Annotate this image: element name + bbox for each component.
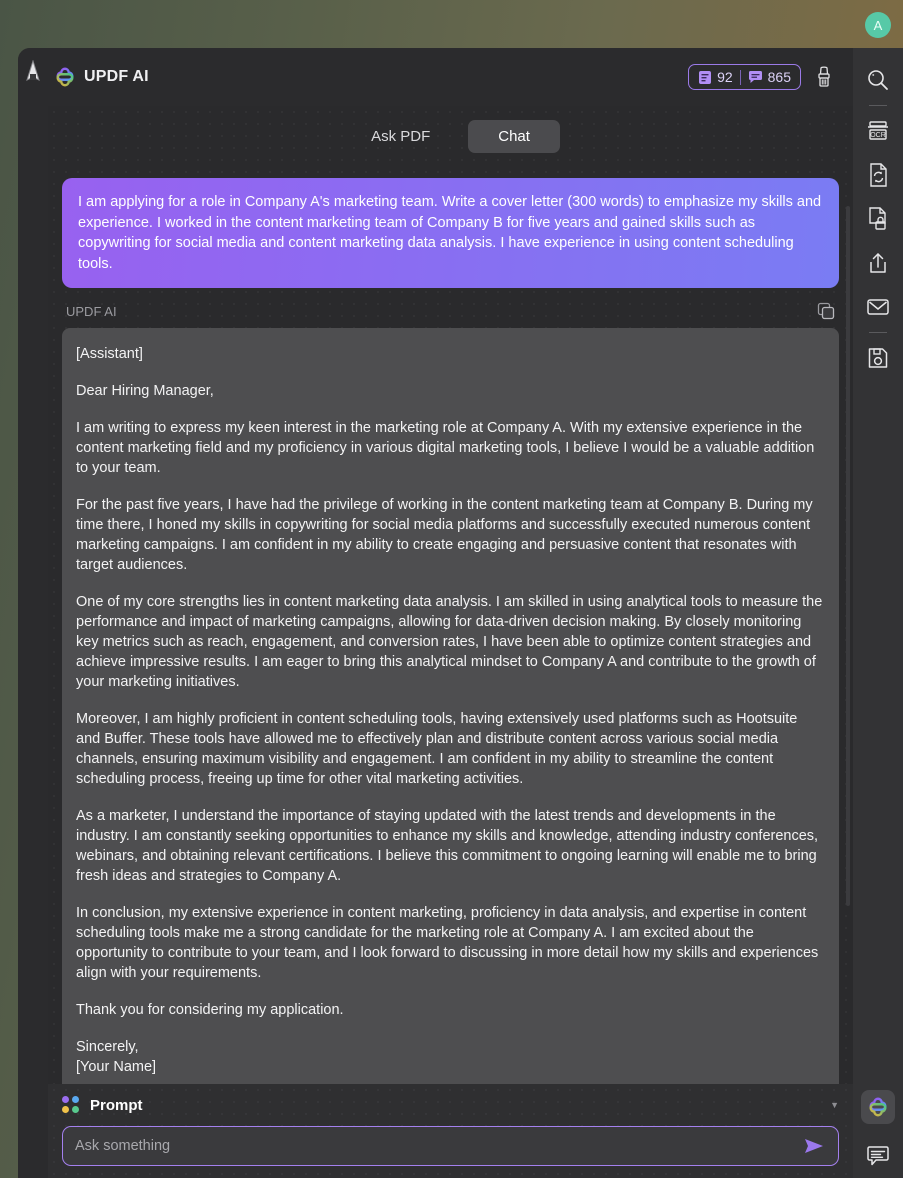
avatar[interactable]: A (865, 12, 891, 38)
chat-credits-count: 865 (767, 69, 791, 85)
assistant-name-label: UPDF AI (66, 303, 117, 319)
brand: UPDF AI (54, 66, 149, 88)
ai-panel-header: UPDF AI 92 865 (48, 48, 853, 106)
document-credits-count: 92 (717, 69, 733, 85)
convert-document-icon[interactable] (859, 153, 897, 197)
updf-ai-button-icon[interactable] (861, 1090, 895, 1124)
comment-icon[interactable] (859, 1134, 897, 1178)
prompt-input-row[interactable] (62, 1126, 839, 1166)
credits-badge[interactable]: 92 865 (688, 64, 801, 90)
four-dot-grid-icon (62, 1096, 80, 1114)
send-arrow-icon[interactable] (802, 1134, 826, 1158)
share-export-icon[interactable] (859, 241, 897, 285)
document-credits-group: 92 (698, 69, 733, 85)
ocr-icon[interactable]: OCR (859, 109, 897, 153)
chevron-down-icon[interactable]: ▼ (830, 1100, 839, 1110)
desktop-menu-bar: A (0, 0, 903, 50)
updf-app-window: UPDF AI 92 865 Ask PDF Chat I am applyin… (18, 48, 903, 1178)
chat-credits-group: 865 (748, 69, 791, 85)
chat-scroll-area: I am applying for a role in Company A's … (48, 166, 853, 1084)
tab-chat[interactable]: Chat (468, 119, 560, 153)
assistant-paragraph: One of my core strengths lies in content… (76, 594, 823, 691)
prompt-header[interactable]: Prompt ▼ (62, 1084, 839, 1126)
right-tool-rail: OCR (853, 48, 903, 1178)
prompt-label: Prompt (90, 1096, 143, 1114)
user-message-bubble: I am applying for a role in Company A's … (62, 178, 839, 289)
email-icon[interactable] (859, 285, 897, 329)
document-credits-icon (698, 70, 712, 85)
signature-name: [Your Name] (76, 1059, 157, 1076)
prompt-area: Prompt ▼ (48, 1084, 853, 1178)
chat-credits-icon (748, 70, 763, 84)
signature-closing: Sincerely, (76, 1039, 139, 1056)
svg-text:OCR: OCR (870, 132, 886, 139)
page-title: UPDF AI (84, 68, 149, 85)
assistant-paragraph: I am writing to express my keen interest… (76, 420, 815, 477)
assistant-paragraph: Dear Hiring Manager, (76, 383, 214, 400)
credits-divider (739, 69, 741, 85)
chat-scrollbar[interactable] (846, 206, 850, 906)
assistant-signature: Sincerely, [Your Name] (76, 1037, 825, 1077)
ai-panel: UPDF AI 92 865 Ask PDF Chat I am applyin… (48, 48, 853, 1178)
updf-clover-logo-icon (54, 66, 76, 88)
separator-1 (869, 105, 887, 106)
assistant-paragraph: For the past five years, I have had the … (76, 497, 813, 574)
copy-icon[interactable] (817, 302, 835, 320)
assistant-paragraph: [Assistant] (76, 346, 143, 363)
separator-2 (869, 332, 887, 333)
assistant-meta-row: UPDF AI (62, 294, 839, 328)
protect-document-icon[interactable] (859, 197, 897, 241)
mode-tabs: Ask PDF Chat (48, 106, 853, 166)
paintbrush-icon[interactable] (811, 64, 837, 90)
assistant-paragraph: Moreover, I am highly proficient in cont… (76, 711, 798, 788)
assistant-paragraph: As a marketer, I understand the importan… (76, 808, 819, 885)
save-disk-icon[interactable] (859, 336, 897, 380)
assistant-paragraph: In conclusion, my extensive experience i… (76, 905, 819, 982)
assistant-message-card: [Assistant] Dear Hiring Manager, I am wr… (62, 328, 839, 1084)
search-icon[interactable] (859, 58, 897, 102)
left-tool-rail (18, 48, 48, 1178)
assistant-paragraph: Thank you for considering my application… (76, 1002, 344, 1019)
search-input[interactable] (75, 1138, 794, 1154)
tab-ask-pdf[interactable]: Ask PDF (341, 120, 460, 153)
pen-cursor-icon[interactable] (24, 60, 42, 86)
